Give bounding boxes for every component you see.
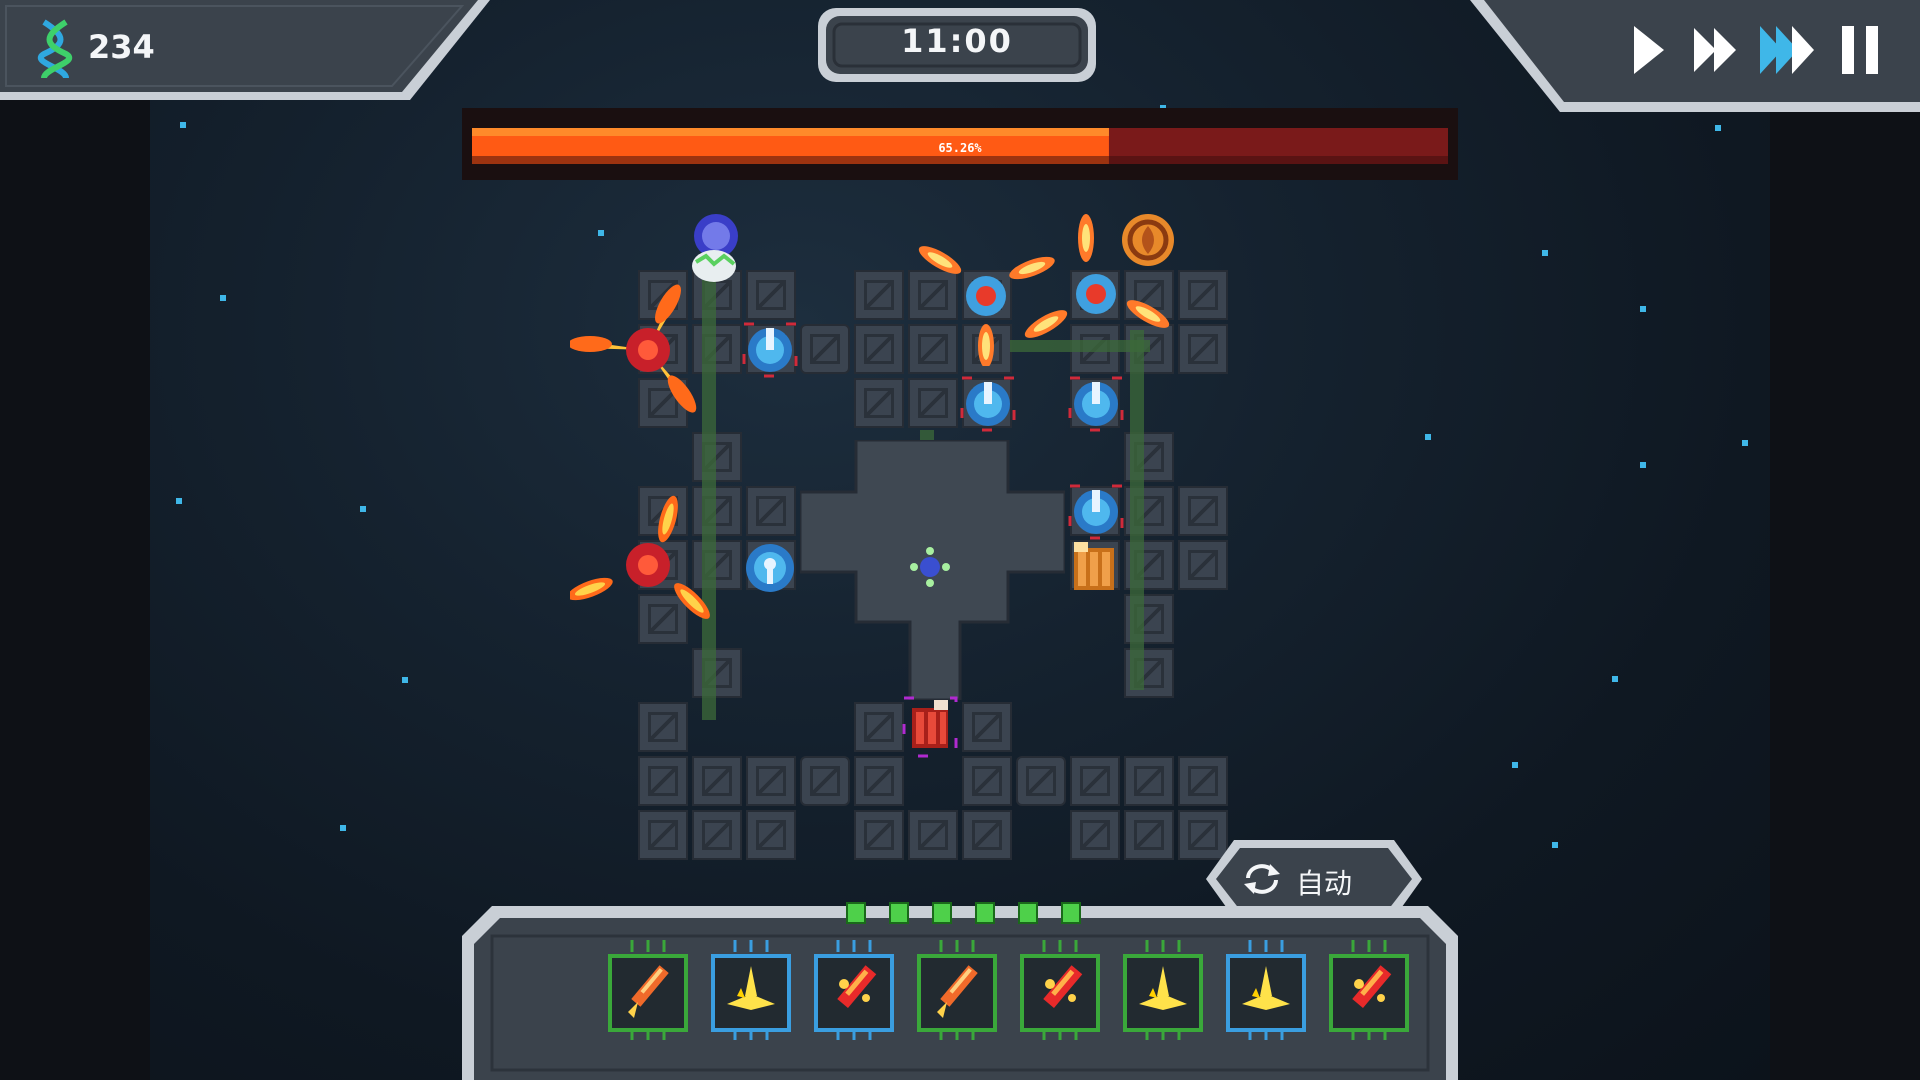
rocket-card[interactable] — [604, 938, 692, 1042]
star — [340, 825, 346, 831]
barrel-turret-icon[interactable] — [902, 696, 958, 758]
star — [402, 677, 408, 683]
left-border — [0, 0, 150, 1080]
star — [1640, 462, 1646, 468]
dna-icon — [37, 19, 73, 80]
wave-progress-label: 65.26% — [938, 141, 982, 155]
star — [1552, 842, 1558, 848]
star — [1612, 676, 1618, 682]
right-border — [1770, 0, 1920, 1080]
spike-card[interactable] — [1119, 938, 1207, 1042]
fastest-button[interactable] — [1756, 20, 1822, 80]
star — [176, 498, 182, 504]
auto-button-label: 自动 — [1296, 867, 1353, 900]
dna-count: 234 — [88, 28, 155, 66]
core-crystal-icon[interactable] — [905, 542, 955, 592]
star — [1210, 560, 1216, 566]
energy-slot — [1018, 902, 1038, 924]
barrel-turret-icon[interactable] — [1066, 538, 1122, 598]
star — [1715, 125, 1721, 131]
spike-card[interactable] — [707, 938, 795, 1042]
star — [1640, 306, 1646, 312]
pause-button[interactable] — [1828, 20, 1894, 80]
star — [598, 230, 604, 236]
blue-turret-icon[interactable] — [1068, 484, 1124, 540]
fire-rocket-card[interactable] — [810, 938, 898, 1042]
spike-card[interactable] — [1222, 938, 1310, 1042]
energy-slot — [932, 902, 952, 924]
rocket-card[interactable] — [913, 938, 1001, 1042]
wave-timer: 11:00 — [901, 22, 1013, 60]
blue-scanner-icon[interactable] — [742, 540, 798, 596]
energy-slot — [846, 902, 866, 924]
star — [1742, 440, 1748, 446]
blue-turret-icon[interactable] — [960, 376, 1016, 432]
star — [1512, 762, 1518, 768]
energy-slot — [1061, 902, 1081, 924]
energy-slot — [975, 902, 995, 924]
blue-turret-icon[interactable] — [742, 322, 798, 378]
star — [1542, 250, 1548, 256]
refresh-icon — [1244, 864, 1280, 894]
star — [1425, 434, 1431, 440]
play-button[interactable] — [1622, 20, 1688, 80]
fire-turret-icon[interactable] — [570, 270, 730, 430]
fast-forward-button[interactable] — [1688, 20, 1754, 80]
energy-slot — [889, 902, 909, 924]
fire-rocket-card[interactable] — [1325, 938, 1413, 1042]
fire-rocket-card[interactable] — [1016, 938, 1104, 1042]
star — [360, 506, 366, 512]
star — [220, 295, 226, 301]
fire-turret-icon[interactable] — [1020, 212, 1170, 362]
star — [180, 122, 186, 128]
fire-turret-icon[interactable] — [570, 485, 730, 645]
blue-turret-icon[interactable] — [1068, 376, 1124, 432]
